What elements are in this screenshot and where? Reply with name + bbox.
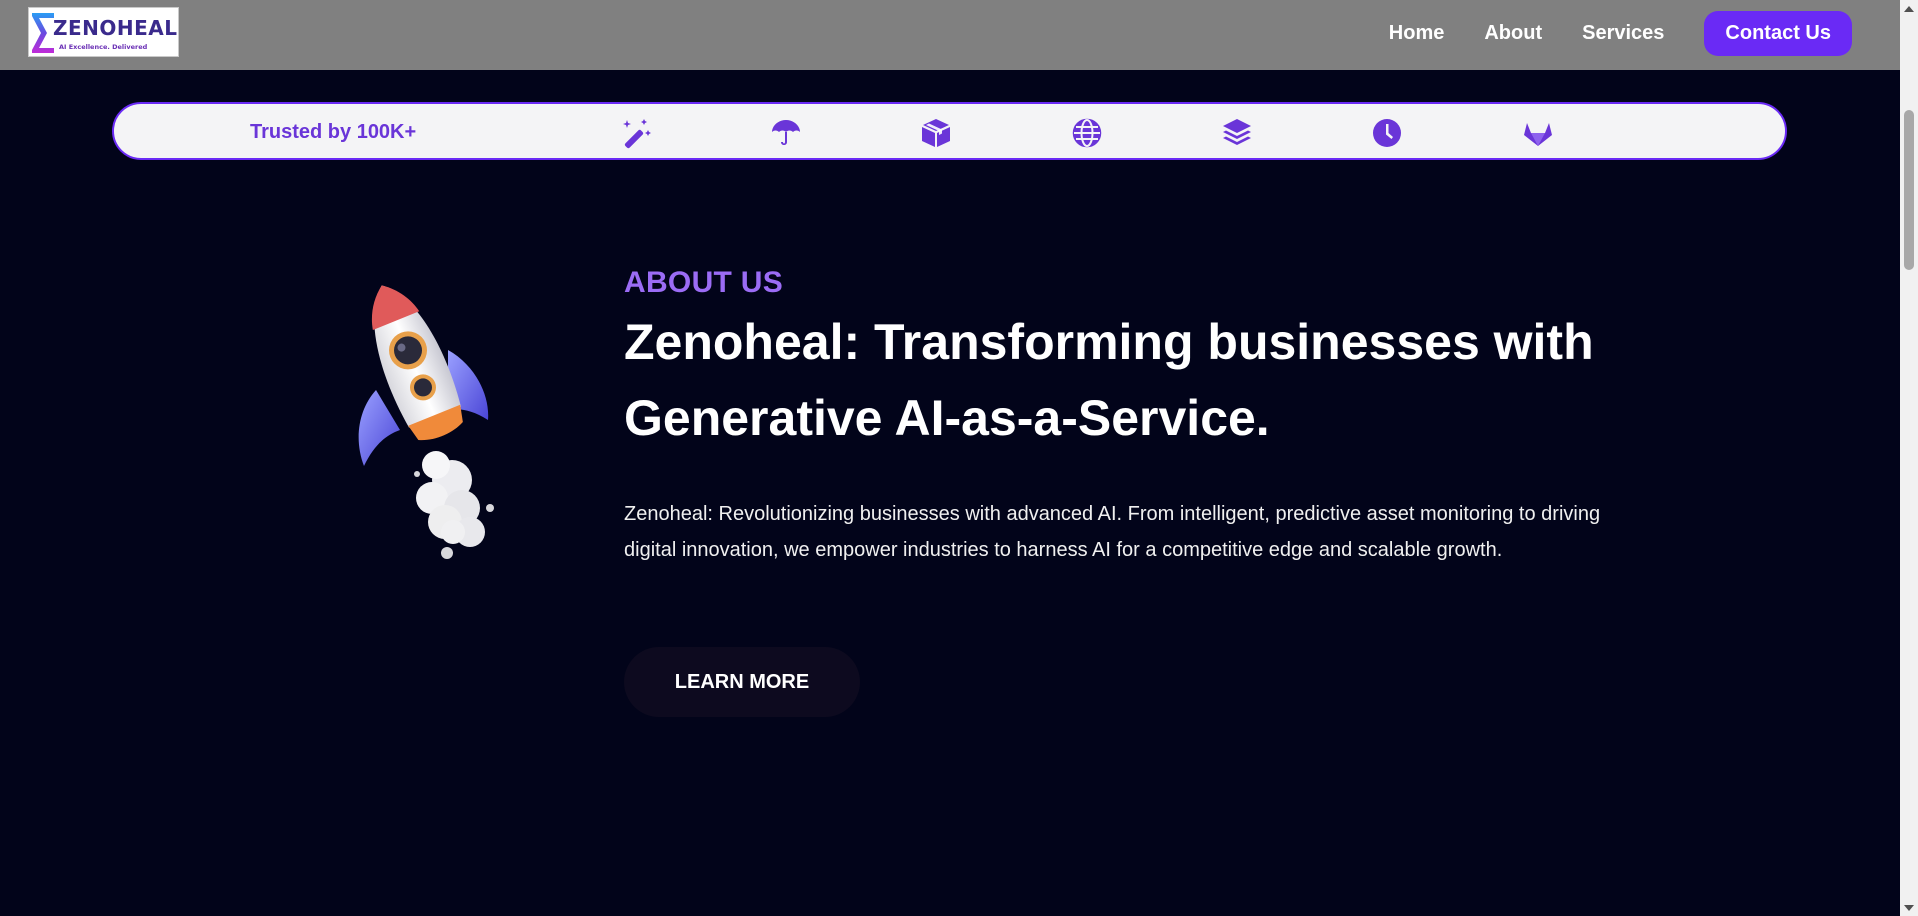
learn-more-button[interactable]: LEARN MORE — [624, 647, 860, 717]
site-header: ZENOHEAL AI Excellence. Delivered Home A… — [0, 0, 1900, 70]
contact-us-button[interactable]: Contact Us — [1704, 10, 1852, 56]
layers-icon — [1221, 117, 1253, 149]
umbrella-icon — [770, 117, 802, 149]
nav-home[interactable]: Home — [1389, 22, 1445, 45]
gitlab-icon — [1522, 117, 1554, 149]
section-label: ABOUT US — [624, 266, 784, 299]
hero-title: Zenoheal: Transforming businesses with G… — [624, 314, 1594, 446]
page-scrollbar[interactable] — [1900, 0, 1918, 916]
nav-about[interactable]: About — [1484, 22, 1542, 45]
logo-tagline: AI Excellence. Delivered — [59, 43, 148, 51]
nav-services[interactable]: Services — [1582, 22, 1664, 45]
logo-brand: ZENOHEAL — [53, 16, 178, 40]
site-logo[interactable]: ZENOHEAL AI Excellence. Delivered — [28, 7, 179, 57]
scroll-down-arrow-icon[interactable] — [1900, 899, 1918, 916]
page: ZENOHEAL AI Excellence. Delivered Home A… — [0, 0, 1918, 916]
hero-description: Zenoheal: Revolutionizing businesses wit… — [624, 503, 1601, 561]
magic-wand-icon — [620, 117, 652, 149]
trusted-strip: Trusted by 100K+ — [112, 102, 1787, 160]
clock-icon — [1371, 117, 1403, 149]
main-nav: Home About Services Contact Us — [1389, 0, 1852, 66]
scroll-up-arrow-icon[interactable] — [1900, 0, 1918, 17]
box-icon — [920, 117, 952, 149]
rocket-illustration — [358, 285, 494, 559]
trusted-text: Trusted by 100K+ — [250, 121, 417, 143]
scroll-thumb[interactable] — [1904, 110, 1914, 270]
globe-icon — [1071, 117, 1103, 149]
